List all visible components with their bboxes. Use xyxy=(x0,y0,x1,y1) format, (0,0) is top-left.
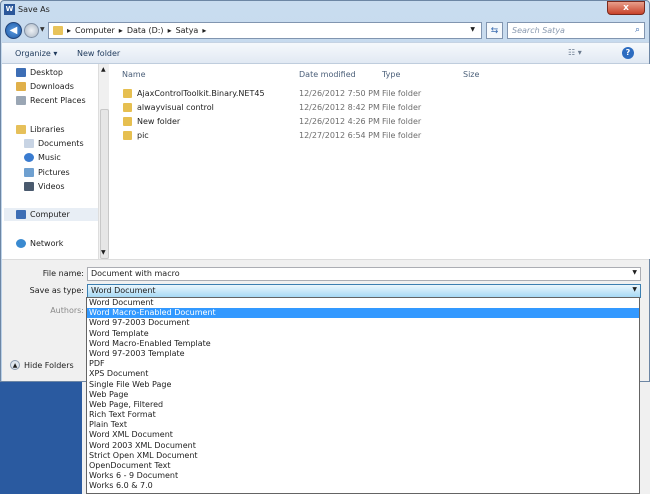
recent-places-icon xyxy=(16,96,26,105)
save-type-option[interactable]: Word XML Document xyxy=(87,430,639,440)
nav-item-documents[interactable]: Documents xyxy=(24,139,84,148)
hide-folders-button[interactable]: ▲ Hide Folders xyxy=(10,360,74,370)
save-type-option[interactable]: Word Template xyxy=(87,329,639,339)
save-type-option[interactable]: XPS Document xyxy=(87,369,639,379)
breadcrumb-separator[interactable]: ▸ xyxy=(202,26,206,35)
save-type-option[interactable]: Word 97-2003 Template xyxy=(87,349,639,359)
save-type-option[interactable]: PDF xyxy=(87,359,639,369)
save-as-type-label: Save as type: xyxy=(29,286,84,295)
file-row[interactable]: AjaxControlToolkit.Binary.NET45 12/26/201… xyxy=(109,87,509,101)
save-type-option[interactable]: Works 6.0 & 7.0 xyxy=(87,481,639,491)
save-type-option[interactable]: Word Macro-Enabled Template xyxy=(87,339,639,349)
toolbar: Organize ▾ New folder ☷ ▾ ? xyxy=(2,42,649,64)
close-button[interactable]: x xyxy=(607,1,645,15)
downloads-icon xyxy=(16,82,26,91)
chevron-down-icon[interactable]: ▼ xyxy=(632,286,637,293)
computer-icon xyxy=(16,210,26,219)
save-type-option[interactable]: Word 97-2003 Document xyxy=(87,318,639,328)
authors-label: Authors: xyxy=(50,306,84,315)
file-list: Name Date modified Type Size AjaxControl… xyxy=(109,64,650,259)
save-type-option[interactable]: Strict Open XML Document xyxy=(87,451,639,461)
scrollbar-thumb[interactable] xyxy=(100,109,109,259)
chevron-down-icon[interactable]: ▼ xyxy=(632,269,637,276)
column-header-name[interactable]: Name xyxy=(122,70,146,79)
nav-item-desktop[interactable]: Desktop xyxy=(16,68,63,77)
organize-button[interactable]: Organize ▾ xyxy=(15,49,57,58)
save-type-option[interactable]: OpenDocument Text xyxy=(87,461,639,471)
libraries-icon xyxy=(16,125,26,134)
breadcrumb-separator[interactable]: ▸ xyxy=(119,26,123,35)
column-header-size[interactable]: Size xyxy=(463,70,479,79)
column-header-type[interactable]: Type xyxy=(382,70,400,79)
nav-item-recent-places[interactable]: Recent Places xyxy=(16,96,86,105)
save-type-option[interactable]: Single File Web Page xyxy=(87,380,639,390)
nav-item-videos[interactable]: Videos xyxy=(24,182,65,191)
nav-item-downloads[interactable]: Downloads xyxy=(16,82,74,91)
nav-item-computer[interactable]: Computer xyxy=(4,208,98,221)
folder-icon xyxy=(123,103,132,112)
window-title: Save As xyxy=(18,5,50,14)
network-icon xyxy=(16,239,26,248)
file-row[interactable]: pic 12/27/2012 6:54 PM File folder xyxy=(109,129,509,143)
word-app-icon: W xyxy=(4,4,15,15)
save-type-option[interactable]: Word Document xyxy=(87,298,639,308)
search-icon[interactable]: ⌕ xyxy=(635,25,640,35)
breadcrumb-computer[interactable]: Computer xyxy=(75,26,115,35)
save-type-option[interactable]: Plain Text xyxy=(87,420,639,430)
new-folder-button[interactable]: New folder xyxy=(77,49,120,58)
save-as-type-dropdown-list[interactable]: Word Document Word Macro-Enabled Document… xyxy=(86,297,640,494)
breadcrumb-separator[interactable]: ▸ xyxy=(67,26,71,35)
refresh-button[interactable]: ⇆ xyxy=(486,22,503,39)
folder-icon xyxy=(53,26,63,35)
pictures-icon xyxy=(24,168,34,177)
videos-icon xyxy=(24,182,34,191)
breadcrumb-separator[interactable]: ▸ xyxy=(168,26,172,35)
nav-item-music[interactable]: Music xyxy=(24,153,61,162)
folder-icon xyxy=(123,131,132,140)
file-name-input[interactable]: Document with macro ▼ xyxy=(87,267,641,281)
save-type-option[interactable]: Web Page xyxy=(87,390,639,400)
address-bar[interactable]: ▸ Computer ▸ Data (D:) ▸ Satya ▸ ▼ xyxy=(48,22,482,39)
desktop-background xyxy=(0,380,82,494)
save-as-type-select[interactable]: Word Document ▼ xyxy=(87,284,641,298)
navigation-pane: Desktop Downloads Recent Places Librarie… xyxy=(2,64,98,259)
save-type-option[interactable]: Word Macro-Enabled Document xyxy=(87,308,639,319)
search-placeholder: Search Satya xyxy=(512,26,565,35)
chevron-up-icon: ▲ xyxy=(10,360,20,370)
breadcrumb-satya[interactable]: Satya xyxy=(176,26,199,35)
breadcrumb-data-drive[interactable]: Data (D:) xyxy=(127,26,164,35)
documents-icon xyxy=(24,139,34,148)
file-name-label: File name: xyxy=(42,269,84,278)
folder-icon xyxy=(123,117,132,126)
save-type-option[interactable]: Word 2003 XML Document xyxy=(87,441,639,451)
folder-icon xyxy=(123,89,132,98)
file-row[interactable]: alwayvisual control 12/26/2012 8:42 PM Fil… xyxy=(109,101,509,115)
nav-item-pictures[interactable]: Pictures xyxy=(24,168,70,177)
scroll-down-arrow[interactable]: ▼ xyxy=(101,249,106,256)
recent-locations-dropdown[interactable]: ▼ xyxy=(40,26,45,33)
breadcrumb: ▸ Computer ▸ Data (D:) ▸ Satya ▸ xyxy=(67,26,206,35)
forward-button[interactable] xyxy=(24,23,39,38)
file-row[interactable]: New folder 12/26/2012 4:26 PM File folder xyxy=(109,115,509,129)
help-icon[interactable]: ? xyxy=(622,47,634,59)
music-icon xyxy=(24,153,34,162)
save-type-option[interactable]: Works 6 - 9 Document xyxy=(87,471,639,481)
back-button[interactable]: ◀ xyxy=(5,22,22,39)
save-type-option[interactable]: Rich Text Format xyxy=(87,410,639,420)
column-header-date[interactable]: Date modified xyxy=(299,70,356,79)
nav-item-network[interactable]: Network xyxy=(16,239,63,248)
nav-scrollbar[interactable]: ▲ ▼ xyxy=(98,64,109,259)
search-input[interactable]: Search Satya ⌕ xyxy=(507,22,645,39)
title-bar[interactable]: W Save As x xyxy=(1,1,650,19)
scroll-up-arrow[interactable]: ▲ xyxy=(101,66,106,73)
save-type-option[interactable]: Web Page, Filtered xyxy=(87,400,639,410)
nav-item-libraries[interactable]: Libraries xyxy=(16,125,65,134)
view-options-icon[interactable]: ☷ ▾ xyxy=(568,48,582,57)
chevron-down-icon[interactable]: ▼ xyxy=(470,26,475,33)
desktop-icon xyxy=(16,68,26,77)
